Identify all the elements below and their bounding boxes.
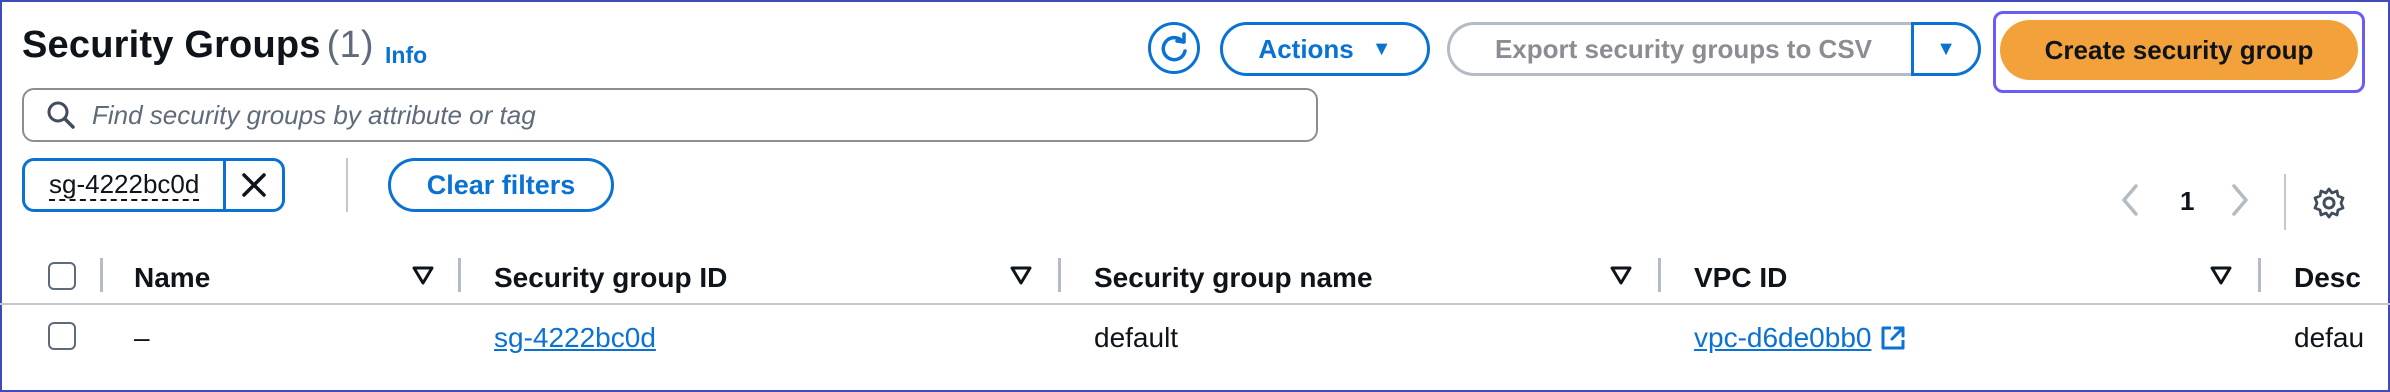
export-dropdown-button[interactable]: ▼ [1911,22,1981,76]
sort-icon[interactable] [1610,266,1632,291]
search-icon [46,98,80,132]
column-separator[interactable] [1658,258,1661,292]
filter-token-text: sg-4222bc0d [49,169,200,201]
sort-icon[interactable] [412,266,434,291]
clear-filters-label: Clear filters [426,169,576,200]
preferences-button[interactable] [2312,186,2346,225]
previous-page-button[interactable] [2120,182,2140,225]
column-header-vpc-id[interactable]: VPC ID [1694,262,1787,294]
gear-icon [2313,187,2345,219]
cell-security-group-name: default [1094,322,1179,353]
security-group-id-link[interactable]: sg-4222bc0d [494,322,656,354]
actions-label: Actions [1258,33,1354,64]
page-title: Security Groups (1) [22,24,374,67]
sort-icon[interactable] [2210,266,2232,291]
header-divider [0,303,2390,305]
remove-filter-button[interactable] [226,161,282,209]
sort-icon[interactable] [1010,266,1032,291]
column-header-description[interactable]: Desc [2294,262,2361,294]
column-header-name[interactable]: Name [134,262,210,294]
refresh-button[interactable] [1148,22,1200,74]
row-checkbox[interactable] [48,322,76,350]
create-security-group-button[interactable]: Create security group [2000,20,2358,80]
cell-description: defau [2294,322,2365,353]
pager-divider [2284,174,2286,230]
page-title-text: Security Groups [22,24,321,66]
chevron-left-icon [2122,184,2138,216]
export-label: Export security groups to CSV [1494,33,1873,64]
close-icon [242,173,267,197]
chevron-right-icon [2232,184,2248,216]
caret-down-icon: ▼ [1936,37,1956,60]
create-label: Create security group [2044,34,2314,65]
search-input[interactable] [90,98,1294,132]
external-link-icon[interactable] [1879,324,1907,352]
column-header-security-group-name[interactable]: Security group name [1094,262,1373,294]
column-separator [100,258,103,292]
clear-filters-button[interactable]: Clear filters [388,158,614,212]
group-count: (1) [326,24,374,66]
actions-button[interactable]: Actions ▼ [1220,22,1430,76]
filter-token-value: sg-4222bc0d [25,161,227,209]
refresh-icon [1161,32,1187,62]
column-header-security-group-id[interactable]: Security group ID [494,262,727,294]
export-csv-button[interactable]: Export security groups to CSV [1447,22,1917,76]
cell-name: – [134,322,150,353]
vpc-id-cell: vpc-d6de0bb0 [1694,322,1907,354]
column-separator[interactable] [1058,258,1061,292]
info-link[interactable]: Info [385,42,427,69]
filter-token: sg-4222bc0d [22,158,286,212]
page-number[interactable]: 1 [2180,186,2194,217]
select-all-checkbox[interactable] [48,262,76,290]
vpc-id-link[interactable]: vpc-d6de0bb0 [1694,322,1871,354]
caret-down-icon: ▼ [1371,37,1392,60]
filter-divider [346,158,348,212]
search-bar[interactable] [22,88,1318,142]
next-page-button[interactable] [2230,182,2250,225]
column-separator[interactable] [458,258,461,292]
column-separator[interactable] [2258,258,2261,292]
